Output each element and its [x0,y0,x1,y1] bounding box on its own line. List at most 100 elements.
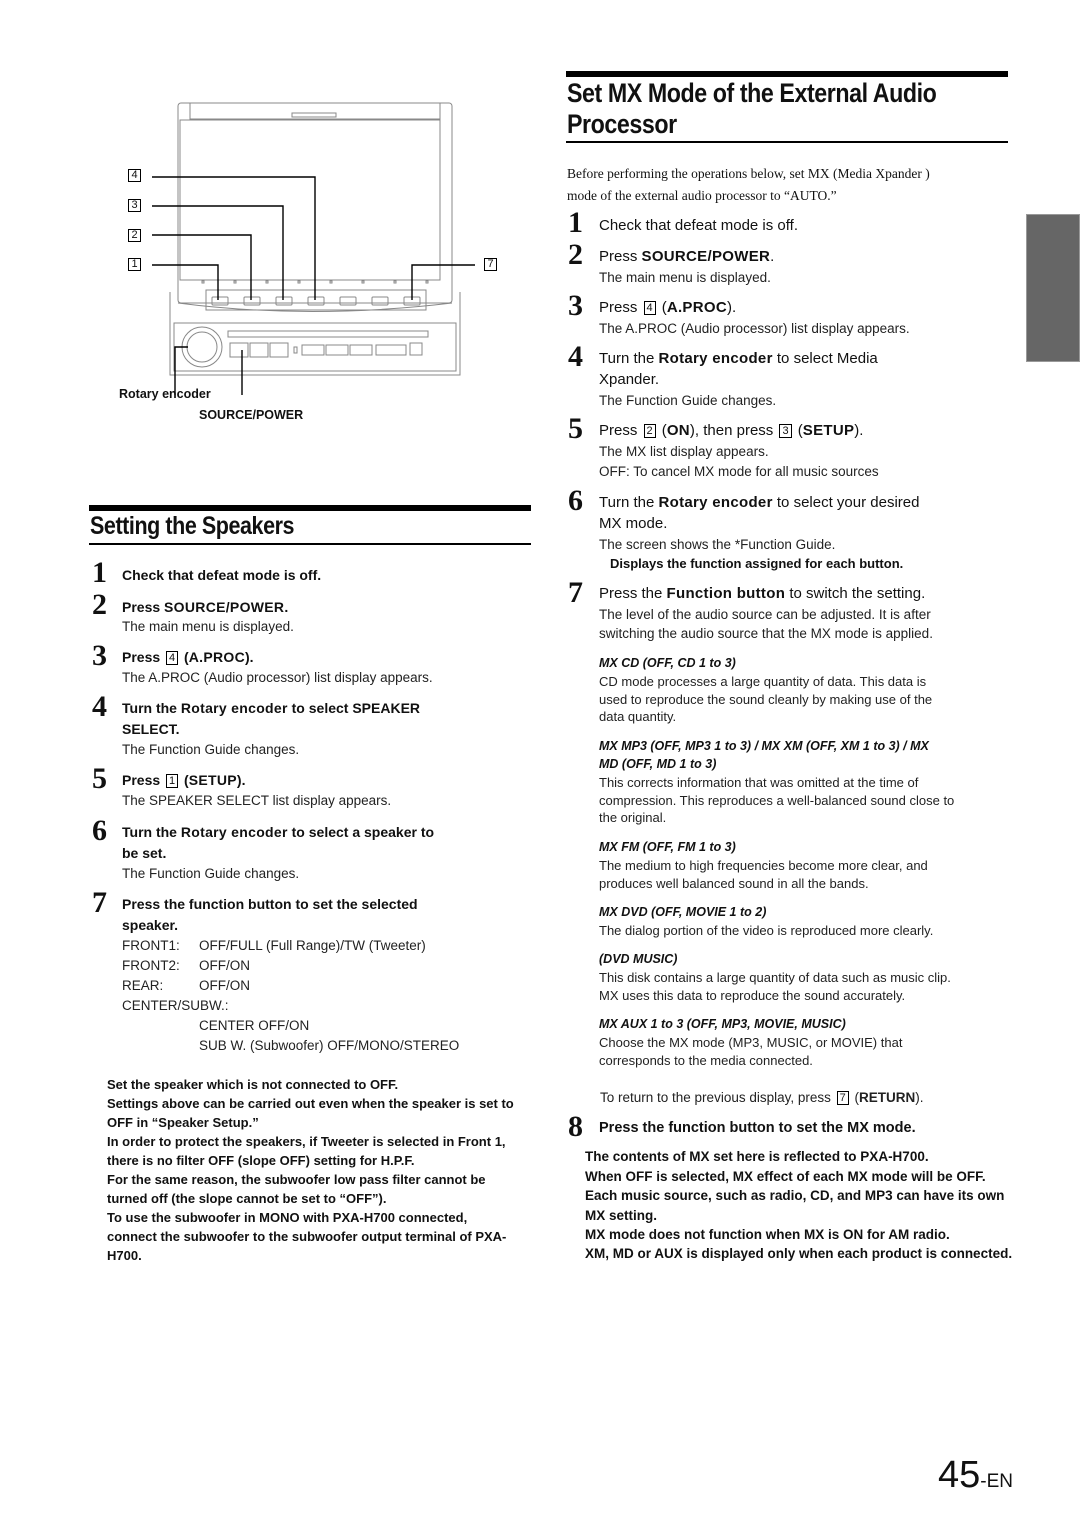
mode-mx-fm-line-2: produces well balanced sound in all the … [599,876,869,891]
mx-intro: Before performing the operations below, … [567,166,930,203]
mode-dvd-music-line-2: MX uses this data to reproduce the sound… [599,988,906,1003]
spk-note-10: H700. [107,1248,142,1263]
speaker-option-row: FRONT1: OFF/FULL (Full Range)/TW (Tweeter… [122,938,426,953]
mx-note-3: Each music source, such as radio, CD, an… [585,1188,1005,1203]
mx-step-7-desc-1: The level of the audio source can be adj… [599,607,931,622]
spk-step-6-number: 6 [92,814,107,847]
spk-note-5: there is no filter OFF (slope OFF) setti… [107,1153,415,1168]
mode-mx-aux-title: MX AUX 1 to 3 (OFF, MP3, MOVIE, MUSIC) [599,1017,846,1031]
spk-note-4: In order to protect the speakers, if Twe… [107,1134,506,1149]
mode-mx-mp3-title: MX MP3 (OFF, MP3 1 to 3) / MX XM (OFF, X… [599,739,929,753]
mode-mx-fm-title: MX FM (OFF, FM 1 to 3) [599,840,736,854]
spk-step-2-title: Press SOURCE/POWER. [122,599,289,615]
mx-note-5: MX mode does not function when MX is ON … [585,1227,950,1242]
mx-step-6-title-line2: MX mode. [599,515,668,532]
return-instruction: To return to the previous display, press… [600,1090,924,1105]
spk-step-6-title: Turn the Rotary encoder to select a spea… [122,824,435,840]
mode-mx-mp3-line-2: compression. This reproduces a well-bala… [599,793,955,808]
callout-2: 2 [128,229,141,242]
mx-step-6-desc-bold: Displays the function assigned for each … [610,556,904,571]
mode-mx-cd-line-3: data quantity. [599,709,677,724]
spk-note-3: OFF in “Speaker Setup.” [107,1115,259,1130]
spk-step-4-title: Turn the Rotary encoder to select SPEAKE… [122,700,421,716]
mx-note-1: The contents of MX set here is reflected… [585,1149,929,1164]
mx-step-5-desc-2: OFF: To cancel MX mode for all music sou… [599,464,879,479]
mode-mx-cd-line-2: used to reproduce the sound cleanly by m… [599,692,933,707]
mx-note-2: When OFF is selected, MX effect of each … [585,1169,986,1184]
spk-step-1-title: Check that defeat mode is off. [122,567,322,583]
speaker-option-row: CENTER/SUBW.: [122,998,229,1013]
subwoofer-option: SUB W. (Subwoofer) OFF/MONO/STEREO [199,1038,460,1053]
spk-note-1: Set the speaker which is not connected t… [107,1077,399,1092]
spk-step-7-number: 7 [92,886,107,919]
mx-step-6-title: Turn the Rotary encoder to select your d… [599,494,920,511]
callout-1: 1 [128,258,141,271]
mx-step-3-title: Press 4 (A.PROC). [599,299,737,316]
speaker-option-row: REAR: OFF/ON [122,978,250,993]
mx-step-7-desc-2: switching the audio source that the MX m… [599,626,933,641]
mx-step-7-title: Press the Function button to switch the … [599,585,926,602]
mx-heading-rule-top [566,71,1008,77]
mx-step-5-number: 5 [568,412,583,445]
mode-mx-mp3-line-1: This corrects information that was omitt… [599,775,919,790]
spk-step-2-desc: The main menu is displayed. [122,619,294,634]
speaker-option-row: FRONT2: OFF/ON [122,958,250,973]
spk-step-4-title-line2: SELECT. [122,721,180,737]
mode-mx-cd-line-1: CD mode processes a large quantity of da… [599,674,927,689]
mx-step-2-desc: The main menu is displayed. [599,270,771,285]
mx-step-4-title-line2: Xpander. [599,371,660,388]
spk-step-5-desc: The SPEAKER SELECT list display appears. [122,793,392,808]
head-unit-diagram [152,102,475,395]
spk-step-1-number: 1 [92,556,107,589]
spk-step-5-title: Press 1 (SETUP). [122,772,246,788]
spk-step-4-number: 4 [92,690,107,723]
speaker-options: FRONT1: OFF/FULL (Full Range)/TW (Tweeter… [122,936,459,1056]
mx-step-2-number: 2 [568,238,583,271]
spk-step-5-number: 5 [92,762,107,795]
mode-mx-aux-line-1: Choose the MX mode (MP3, MUSIC, or MOVIE… [599,1035,903,1050]
key-1: 1 [166,774,179,788]
mode-dvd-music-line-1: This disk contains a large quantity of d… [599,970,951,985]
source-power-label: SOURCE/POWER [199,408,304,422]
key-2: 2 [643,424,656,438]
mx-step-5-desc-1: The MX list display appears. [599,444,769,459]
spk-step-7-title-line2: speaker. [122,917,179,933]
key-7: 7 [836,1091,849,1105]
mx-step-2-title: Press SOURCE/POWER. [599,248,775,265]
mx-heading-rule-bottom [566,141,1008,143]
mx-step-1-number: 1 [568,206,583,239]
mx-section-title: Set MX Mode of the External Audio Proces… [567,78,937,139]
spk-note-6: For the same reason, the subwoofer low p… [107,1172,486,1187]
mx-step-6-desc: The screen shows the *Function Guide. [599,537,836,552]
mx-step-8-number: 8 [568,1110,583,1143]
mode-dvd-music-title: (DVD MUSIC) [599,952,678,966]
mx-note-4: MX setting. [585,1208,658,1223]
spk-step-3-number: 3 [92,639,107,672]
mode-mx-mp3-title-2: MD (OFF, MD 1 to 3) [599,757,717,771]
mx-step-3-number: 3 [568,289,583,322]
mode-mx-fm-line-1: The medium to high frequencies become mo… [599,858,928,873]
spk-step-7-title: Press the function button to set the sel… [122,896,418,912]
key-4: 4 [166,651,179,665]
spk-step-3-desc: The A.PROC (Audio processor) list displa… [122,670,433,685]
key-3: 3 [779,424,792,438]
mx-note-6: XM, MD or AUX is displayed only when eac… [585,1246,1013,1261]
mx-step-6-number: 6 [568,484,583,517]
speakers-heading-rule-bottom [89,543,531,545]
spk-step-4-desc: The Function Guide changes. [122,742,300,757]
page-number: 45-EN [938,1454,1014,1496]
mx-step-1-title: Check that defeat mode is off. [599,217,799,234]
mx-step-4-desc: The Function Guide changes. [599,393,777,408]
mode-mx-dvd-title: MX DVD (OFF, MOVIE 1 to 2) [599,905,767,919]
mode-mx-cd-title: MX CD (OFF, CD 1 to 3) [599,656,736,670]
spk-step-2-number: 2 [92,588,107,621]
mode-mx-aux-line-2: corresponds to the media connected. [599,1053,813,1068]
mx-step-3-desc: The A.PROC (Audio processor) list displa… [599,321,910,336]
mx-step-7-number: 7 [568,576,583,609]
spk-note-8: To use the subwoofer in MONO with PXA-H7… [107,1210,468,1225]
side-tab [1026,214,1080,362]
mx-step-8-title: Press the function button to set the MX … [599,1120,916,1136]
mx-step-5-title: Press 2 (ON), then press 3 (SETUP). [599,422,864,439]
callout-4: 4 [128,169,141,182]
spk-note-9: connect the subwoofer to the subwoofer o… [107,1229,507,1244]
